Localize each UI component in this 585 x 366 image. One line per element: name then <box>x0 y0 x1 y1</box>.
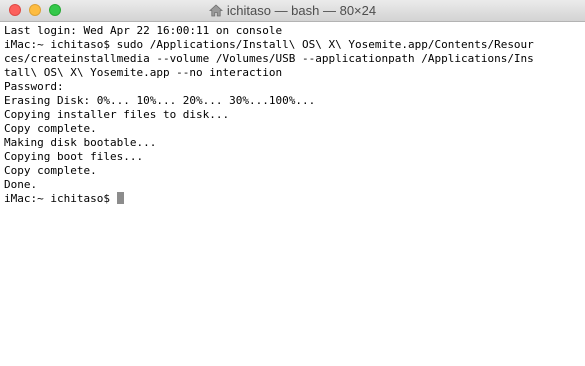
terminal-line: Erasing Disk: 0%... 10%... 20%... 30%...… <box>4 94 316 107</box>
shell-prompt: iMac:~ ichitaso$ <box>4 192 117 205</box>
window-title: ichitaso — bash — 80×24 <box>0 0 585 21</box>
terminal-line: ces/createinstallmedia --volume /Volumes… <box>4 52 534 65</box>
terminal-window: ichitaso — bash — 80×24 Last login: Wed … <box>0 0 585 366</box>
terminal-line: Password: <box>4 80 64 93</box>
home-icon <box>208 4 223 17</box>
terminal-line: Copy complete. <box>4 122 97 135</box>
text-cursor <box>116 192 124 204</box>
terminal-line: Copying boot files... <box>4 150 144 163</box>
window-title-text: ichitaso — bash — 80×24 <box>226 3 377 18</box>
terminal-line: Making disk bootable... <box>4 136 157 149</box>
terminal-line: Copy complete. <box>4 164 97 177</box>
terminal-line: Done. <box>4 178 38 191</box>
terminal-line: iMac:~ ichitaso$ sudo /Applications/Inst… <box>4 38 534 51</box>
terminal-line: Copying installer files to disk... <box>4 108 230 121</box>
title-bar[interactable]: ichitaso — bash — 80×24 <box>0 0 585 22</box>
vertical-scrollbar[interactable] <box>571 22 585 366</box>
terminal-output[interactable]: Last login: Wed Apr 22 16:00:11 on conso… <box>0 22 585 366</box>
terminal-line: Last login: Wed Apr 22 16:00:11 on conso… <box>4 24 283 37</box>
terminal-line: tall\ OS\ X\ Yosemite.app --no interacti… <box>4 66 283 79</box>
prompt-line[interactable]: iMac:~ ichitaso$ <box>4 192 581 206</box>
